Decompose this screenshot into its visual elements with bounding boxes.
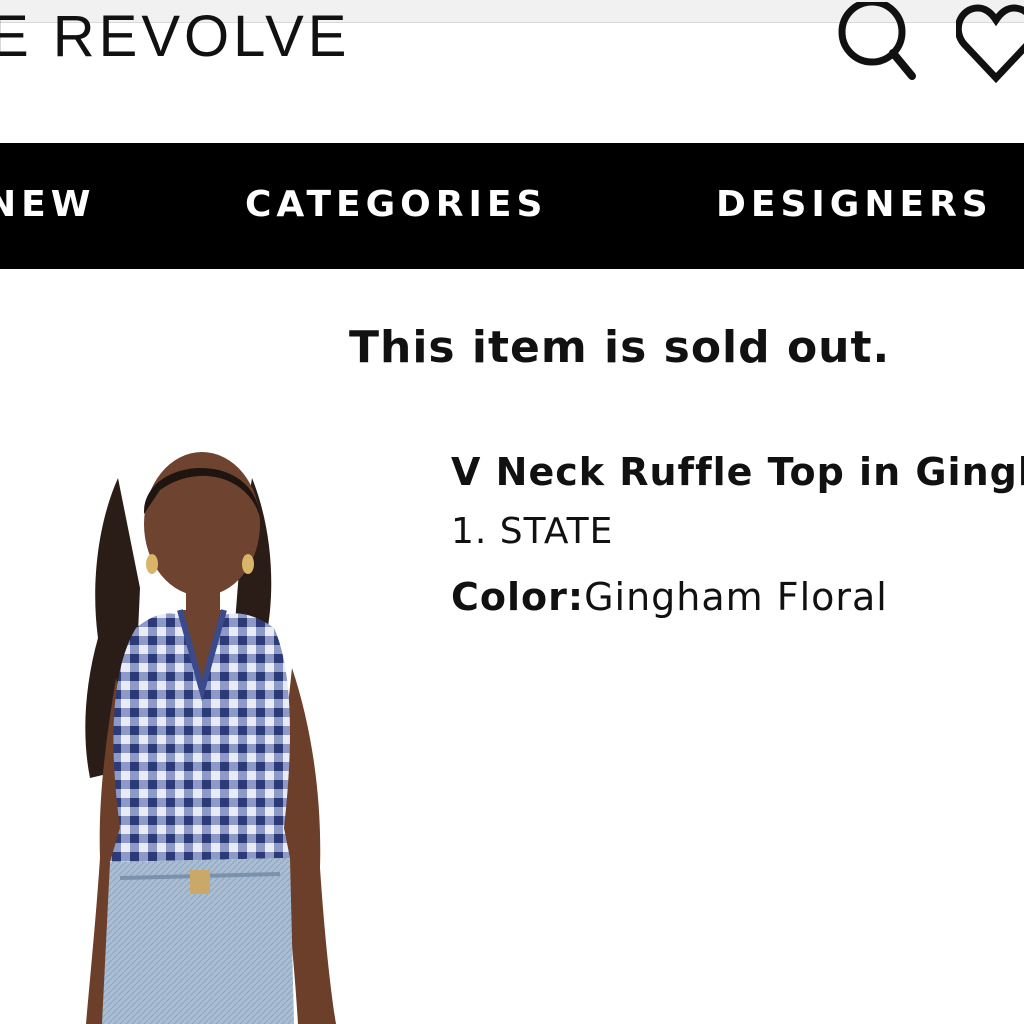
color-line: Color:Gingham Floral — [451, 575, 1024, 621]
product-photo[interactable] — [40, 438, 360, 1024]
color-label: Color: — [451, 574, 585, 619]
nav-item-categories[interactable]: CATEGORIES — [245, 187, 547, 223]
product-info: V Neck Ruffle Top in Gingham Floral 1. S… — [451, 450, 1024, 620]
brand-link[interactable]: 1. STATE — [451, 510, 1024, 553]
nav-item-new[interactable]: NEW — [0, 187, 95, 223]
product-page: E REVOLVE NEW CATEGORIES DESIGNERS This … — [0, 0, 1024, 1024]
main-nav: NEW CATEGORIES DESIGNERS — [0, 143, 1024, 269]
color-value: Gingham Floral — [584, 574, 888, 619]
site-logo[interactable]: E REVOLVE — [0, 8, 351, 66]
nav-item-designers[interactable]: DESIGNERS — [716, 187, 993, 223]
product-title: V Neck Ruffle Top in Gingham Floral — [451, 450, 1024, 494]
search-icon[interactable] — [830, 2, 920, 84]
sold-out-message: This item is sold out. — [349, 322, 891, 373]
heart-icon[interactable] — [956, 4, 1024, 86]
